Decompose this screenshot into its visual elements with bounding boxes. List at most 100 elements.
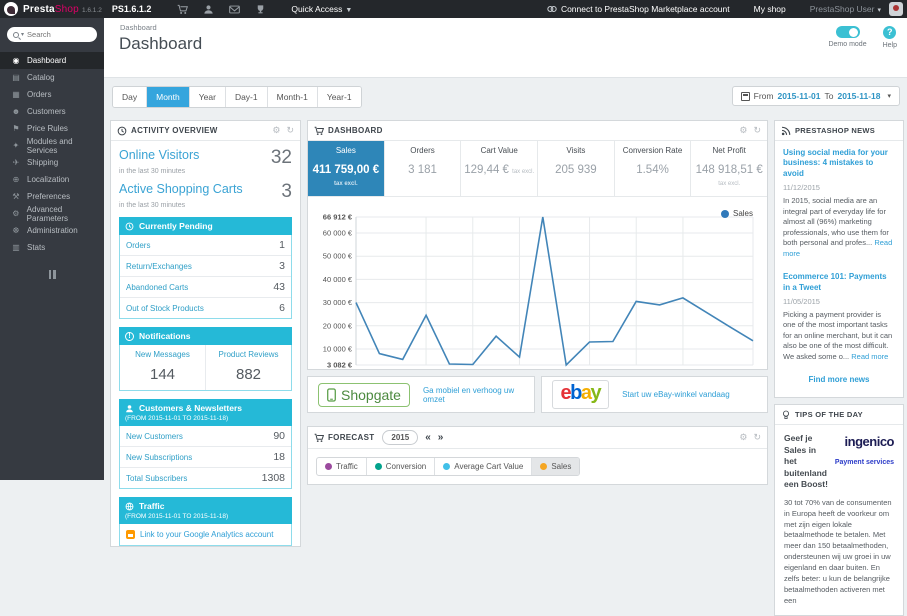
ebay-banner[interactable]: ebay Start uw eBay-winkel vandaag [541,376,769,413]
trophy-icon[interactable] [247,4,273,15]
gear-icon[interactable]: ⚙ [739,432,747,443]
date-filter-day[interactable]: Day [113,87,147,107]
forecast-toggle-group: Traffic Conversion Average Cart Value Sa… [316,457,580,476]
sidebar-item-catalog[interactable]: ▤Catalog [0,69,104,86]
my-shop-link[interactable]: My shop [754,4,786,14]
sidebar-item-localization[interactable]: ⊕Localization [0,171,104,188]
sidebar-collapse-icon[interactable] [47,270,57,279]
read-more-link[interactable]: Read more [851,352,888,361]
search-input[interactable] [27,30,82,39]
cart-icon [314,433,324,443]
date-filter-day-1[interactable]: Day-1 [226,87,268,107]
sidebar-item-shipping[interactable]: ✈Shipping [0,154,104,171]
total-subscribers-row[interactable]: Total Subscribers1308 [120,468,291,488]
google-analytics-link[interactable]: Link to your Google Analytics account [119,524,292,546]
clock-icon [125,222,134,231]
sidebar-item-modules[interactable]: ✦Modules and Services [0,137,104,154]
svg-text:60 000 €: 60 000 € [323,229,353,238]
breadcrumb[interactable]: Dashboard [104,18,907,32]
toggle-traffic[interactable]: Traffic [317,458,367,475]
forecast-year-badge: 2015 [382,430,418,445]
rss-icon [781,126,791,136]
kpi-row: Sales411 759,00 € tax excl. Orders3 181 … [308,141,767,197]
article-title-link[interactable]: Ecommerce 101: Payments in a Tweet [783,272,895,293]
quick-access-menu[interactable]: Quick Access▼ [291,4,352,14]
sidebar-item-stats[interactable]: ▥Stats [0,239,104,256]
toggle-conversion[interactable]: Conversion [367,458,435,475]
svg-text:11/8/2015: 11/8/2015 [503,368,536,370]
kpi-net-profit[interactable]: Net Profit148 918,51 € tax excl. [691,141,767,196]
gear-icon[interactable]: ⚙ [739,125,747,136]
pending-orders-row[interactable]: Orders1 [120,235,291,256]
product-reviews-cell[interactable]: Product Reviews882 [206,345,291,390]
sidebar-item-administration[interactable]: ☸Administration [0,222,104,239]
person-icon[interactable] [195,4,221,15]
sidebar-item-customers[interactable]: ☻Customers [0,103,104,120]
kpi-visits[interactable]: Visits205 939 [538,141,615,196]
news-article: Ecommerce 101: Payments in a Tweet 11/05… [783,272,895,362]
article-excerpt: In 2015, social media are an integral pa… [783,196,895,259]
find-more-news-link[interactable]: Find more news [783,375,895,384]
chevron-down-icon: ▾ [887,92,891,100]
kpi-conversion-rate[interactable]: Conversion Rate1.54% [615,141,692,196]
news-panel-title: PRESTASHOP NEWS [781,126,875,136]
user-menu[interactable]: PrestaShop User▾ [810,4,881,14]
search-icon [13,32,19,38]
kpi-orders[interactable]: Orders3 181 [385,141,462,196]
help-icon[interactable]: ? [883,26,896,39]
online-visitors[interactable]: Online Visitors 32 [119,148,292,167]
article-date: 11/12/2015 [783,183,895,192]
refresh-icon[interactable]: ↻ [753,125,761,136]
mail-icon[interactable] [221,4,247,15]
chevron-down-icon: ▼ [345,7,352,14]
refresh-icon[interactable]: ↻ [753,432,761,443]
pending-out-of-stock-row[interactable]: Out of Stock Products6 [120,298,291,318]
demo-mode-toggle[interactable] [836,26,860,38]
kpi-cart-value[interactable]: Cart Value129,44 € tax excl. [461,141,538,196]
shopgate-banner[interactable]: Shopgate Ga mobiel en verhoog uw omzet [307,376,535,413]
new-messages-cell[interactable]: New Messages144 [120,345,206,390]
date-filter-year[interactable]: Year [190,87,226,107]
svg-text:11/6/2015: 11/6/2015 [456,368,489,370]
svg-text:30 000 €: 30 000 € [323,298,353,307]
pending-abandoned-carts-row[interactable]: Abandoned Carts43 [120,277,291,298]
new-customers-row[interactable]: New Customers90 [120,426,291,447]
notifications-grid: New Messages144 Product Reviews882 [119,345,292,391]
date-range-button[interactable]: From 2015-11-01 To 2015-11-18 ▾ [732,86,900,106]
topbar: PrestaShop 1.6.1.2 PS1.6.1.2 Quick Acces… [0,0,907,18]
online-visitors-sub: in the last 30 minutes [119,168,292,175]
kpi-sales[interactable]: Sales411 759,00 € tax excl. [308,141,385,196]
page-title: Dashboard [104,32,907,54]
cart-icon[interactable] [169,4,195,15]
active-shopping-carts[interactable]: Active Shopping Carts 3 [119,182,292,201]
date-filter-month[interactable]: Month [147,87,190,107]
pending-returns-row[interactable]: Return/Exchanges3 [120,256,291,277]
dashboard-panel-title: DASHBOARD [314,126,383,136]
forecast-title: FORECAST [314,433,374,443]
forecast-panel: FORECAST 2015 « » ⚙ ↻ Traffic Conversion … [307,426,768,485]
previous-year-button[interactable]: « [425,432,431,443]
marketplace-link[interactable]: Connect to PrestaShop Marketplace accoun… [547,4,730,14]
svg-text:50 000 €: 50 000 € [323,252,353,261]
chart-legend[interactable]: Sales [721,209,753,218]
dashboard-icon: ◉ [9,56,23,65]
sidebar-item-advanced-parameters[interactable]: ⚙Advanced Parameters [0,205,104,222]
next-year-button[interactable]: » [438,432,444,443]
sidebar-item-price-rules[interactable]: ⚑Price Rules [0,120,104,137]
tips-panel-title: TIPS OF THE DAY [781,410,863,420]
refresh-icon[interactable]: ↻ [286,125,294,136]
sidebar-item-orders[interactable]: ▦Orders [0,86,104,103]
sidebar-item-preferences[interactable]: ⚒Preferences [0,188,104,205]
toggle-average-cart-value[interactable]: Average Cart Value [435,458,532,475]
avatar[interactable] [889,2,903,16]
new-subscriptions-row[interactable]: New Subscriptions18 [120,447,291,468]
gear-icon[interactable]: ⚙ [272,125,280,136]
tips-of-the-day-panel: TIPS OF THE DAY ingenico Payment service… [774,404,904,615]
sidebar-search[interactable]: ▾ [7,27,97,42]
date-filter-month-1[interactable]: Month-1 [268,87,318,107]
localization-icon: ⊕ [9,175,23,184]
date-filter-year-1[interactable]: Year-1 [318,87,361,107]
sidebar-item-dashboard[interactable]: ◉Dashboard [0,52,104,69]
article-title-link[interactable]: Using social media for your business: 4 … [783,148,895,179]
toggle-sales[interactable]: Sales [532,458,579,475]
